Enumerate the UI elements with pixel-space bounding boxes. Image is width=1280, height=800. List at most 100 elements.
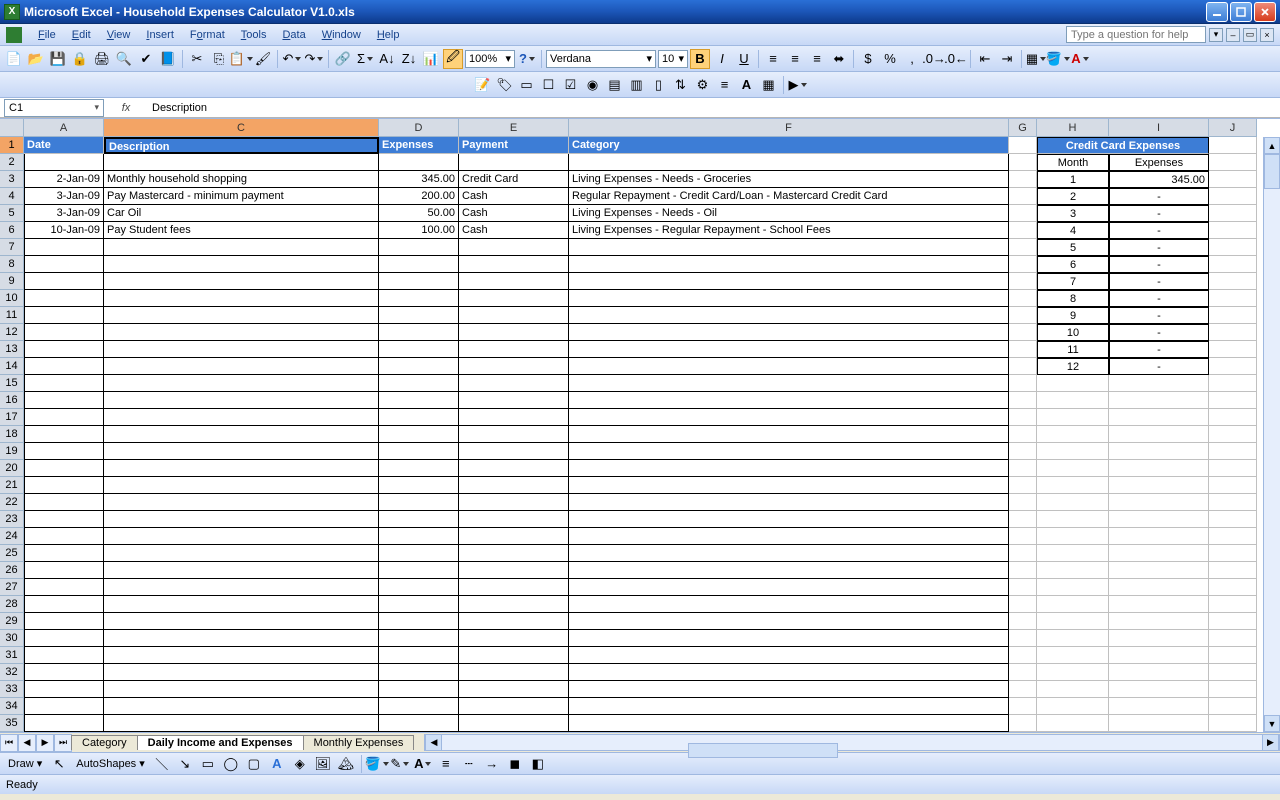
cell-F21[interactable] bbox=[569, 477, 1009, 494]
cell-J24[interactable] bbox=[1209, 528, 1257, 545]
cell-H14[interactable]: 12 bbox=[1037, 358, 1109, 375]
cell-E13[interactable] bbox=[459, 341, 569, 358]
cell-A20[interactable] bbox=[24, 460, 104, 477]
cell-G4[interactable] bbox=[1009, 188, 1037, 205]
print-icon[interactable]: 🖨 bbox=[92, 49, 112, 69]
form-label-icon[interactable]: 🏷 bbox=[495, 75, 515, 95]
cell-C33[interactable] bbox=[104, 681, 379, 698]
wb-close-button[interactable]: × bbox=[1260, 28, 1274, 42]
cell-G21[interactable] bbox=[1009, 477, 1037, 494]
3d-icon[interactable]: ◧ bbox=[528, 754, 548, 774]
cell-A9[interactable] bbox=[24, 273, 104, 290]
cell-H10[interactable]: 8 bbox=[1037, 290, 1109, 307]
row-header-1[interactable]: 1 bbox=[0, 137, 24, 154]
cell-C35[interactable] bbox=[104, 715, 379, 732]
cell-C28[interactable] bbox=[104, 596, 379, 613]
cell-G33[interactable] bbox=[1009, 681, 1037, 698]
cell-H35[interactable] bbox=[1037, 715, 1109, 732]
new-icon[interactable]: 📄 bbox=[4, 49, 24, 69]
cell-D1[interactable]: Expenses bbox=[379, 137, 459, 154]
oval-icon[interactable]: ◯ bbox=[221, 754, 241, 774]
cell-F14[interactable] bbox=[569, 358, 1009, 375]
cell-D23[interactable] bbox=[379, 511, 459, 528]
cell-A29[interactable] bbox=[24, 613, 104, 630]
cell-C10[interactable] bbox=[104, 290, 379, 307]
cell-E8[interactable] bbox=[459, 256, 569, 273]
cell-C34[interactable] bbox=[104, 698, 379, 715]
cell-C7[interactable] bbox=[104, 239, 379, 256]
cell-G22[interactable] bbox=[1009, 494, 1037, 511]
cell-G6[interactable] bbox=[1009, 222, 1037, 239]
cell-I23[interactable] bbox=[1109, 511, 1209, 528]
form-button-icon[interactable]: ☐ bbox=[539, 75, 559, 95]
sheet-tab-category[interactable]: Category bbox=[71, 735, 138, 750]
row-header-13[interactable]: 13 bbox=[0, 341, 24, 358]
cell-H9[interactable]: 7 bbox=[1037, 273, 1109, 290]
cell-F12[interactable] bbox=[569, 324, 1009, 341]
cell-C1[interactable]: Description bbox=[104, 137, 379, 154]
row-header-32[interactable]: 32 bbox=[0, 664, 24, 681]
row-header-33[interactable]: 33 bbox=[0, 681, 24, 698]
wordart-icon[interactable]: A bbox=[267, 754, 287, 774]
cell-D33[interactable] bbox=[379, 681, 459, 698]
align-center-icon[interactable]: ≡ bbox=[785, 49, 805, 69]
cell-H20[interactable] bbox=[1037, 460, 1109, 477]
cell-C32[interactable] bbox=[104, 664, 379, 681]
align-right-icon[interactable]: ≡ bbox=[807, 49, 827, 69]
cell-E31[interactable] bbox=[459, 647, 569, 664]
cell-J12[interactable] bbox=[1209, 324, 1257, 341]
cell-C6[interactable]: Pay Student fees bbox=[104, 222, 379, 239]
cell-J29[interactable] bbox=[1209, 613, 1257, 630]
cell-H15[interactable] bbox=[1037, 375, 1109, 392]
col-header-J[interactable]: J bbox=[1209, 119, 1257, 137]
wb-restore-button[interactable]: ▭ bbox=[1243, 28, 1257, 42]
cell-H5[interactable]: 3 bbox=[1037, 205, 1109, 222]
cell-G18[interactable] bbox=[1009, 426, 1037, 443]
cell-A4[interactable]: 3-Jan-09 bbox=[24, 188, 104, 205]
cell-H4[interactable]: 2 bbox=[1037, 188, 1109, 205]
row-header-10[interactable]: 10 bbox=[0, 290, 24, 307]
row-header-27[interactable]: 27 bbox=[0, 579, 24, 596]
cell-D10[interactable] bbox=[379, 290, 459, 307]
menu-insert[interactable]: Insert bbox=[138, 27, 182, 43]
cell-A17[interactable] bbox=[24, 409, 104, 426]
cell-F8[interactable] bbox=[569, 256, 1009, 273]
cell-C18[interactable] bbox=[104, 426, 379, 443]
cell-C13[interactable] bbox=[104, 341, 379, 358]
cell-A32[interactable] bbox=[24, 664, 104, 681]
cell-G32[interactable] bbox=[1009, 664, 1037, 681]
cell-J35[interactable] bbox=[1209, 715, 1257, 732]
cell-J19[interactable] bbox=[1209, 443, 1257, 460]
cell-E23[interactable] bbox=[459, 511, 569, 528]
col-header-I[interactable]: I bbox=[1109, 119, 1209, 137]
form-properties-icon[interactable]: ⚙ bbox=[693, 75, 713, 95]
row-header-6[interactable]: 6 bbox=[0, 222, 24, 239]
col-header-G[interactable]: G bbox=[1009, 119, 1037, 137]
cell-A16[interactable] bbox=[24, 392, 104, 409]
cell-D5[interactable]: 50.00 bbox=[379, 205, 459, 222]
cell-E14[interactable] bbox=[459, 358, 569, 375]
cell-J3[interactable] bbox=[1209, 171, 1257, 188]
vertical-scrollbar[interactable]: ▲ ▼ bbox=[1263, 137, 1280, 732]
cell-C26[interactable] bbox=[104, 562, 379, 579]
save-icon[interactable]: 💾 bbox=[48, 49, 68, 69]
cell-E1[interactable]: Payment bbox=[459, 137, 569, 154]
menu-window[interactable]: Window bbox=[314, 27, 369, 43]
scroll-up-icon[interactable]: ▲ bbox=[1264, 137, 1280, 154]
cell-H25[interactable] bbox=[1037, 545, 1109, 562]
cell-E11[interactable] bbox=[459, 307, 569, 324]
cell-A5[interactable]: 3-Jan-09 bbox=[24, 205, 104, 222]
tab-nav-prev-icon[interactable]: ◀ bbox=[18, 734, 36, 752]
cell-I14[interactable]: - bbox=[1109, 358, 1209, 375]
row-header-3[interactable]: 3 bbox=[0, 171, 24, 188]
cell-E22[interactable] bbox=[459, 494, 569, 511]
row-header-2[interactable]: 2 bbox=[0, 154, 24, 171]
clipart-icon[interactable]: 🖼 bbox=[313, 754, 333, 774]
scroll-thumb[interactable] bbox=[1264, 154, 1280, 189]
horizontal-scrollbar[interactable]: ◀ ▶ bbox=[424, 734, 1280, 751]
cell-H21[interactable] bbox=[1037, 477, 1109, 494]
cell-D21[interactable] bbox=[379, 477, 459, 494]
cell-F1[interactable]: Category bbox=[569, 137, 1009, 154]
cell-E4[interactable]: Cash bbox=[459, 188, 569, 205]
cell-D31[interactable] bbox=[379, 647, 459, 664]
